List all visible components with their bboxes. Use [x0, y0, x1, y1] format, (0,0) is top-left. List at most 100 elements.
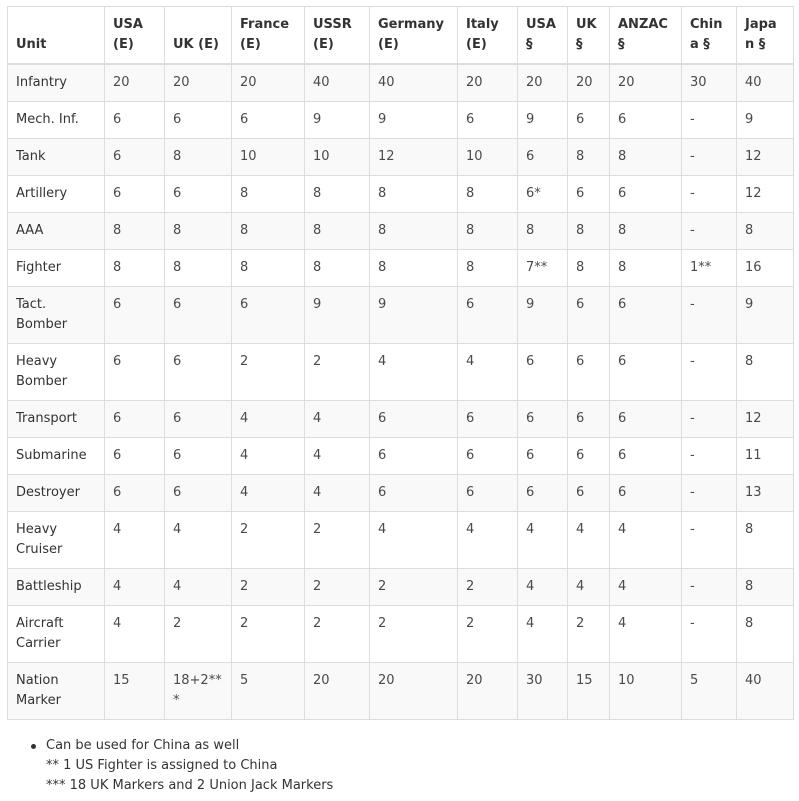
unit-count-cell: 20	[104, 63, 165, 102]
unit-count-cell: 20	[164, 63, 232, 102]
unit-count-cell: 8	[369, 175, 458, 213]
unit-count-cell: -	[681, 568, 737, 606]
unit-count-cell: 8	[231, 212, 305, 250]
table-header: Unit USA (E) UK (E) France (E) USSR (E) Germa…	[7, 6, 794, 65]
unit-count-cell: 11	[736, 437, 794, 475]
unit-name-cell: Tact. Bomber	[7, 286, 105, 344]
unit-count-cell: -	[681, 212, 737, 250]
unit-count-cell: 4	[369, 511, 458, 569]
unit-count-cell: 5	[681, 662, 737, 720]
unit-count-cell: 4	[231, 474, 305, 512]
unit-count-cell: 2	[304, 605, 370, 663]
unit-count-cell: 4	[567, 511, 610, 569]
unit-count-cell: 6	[567, 400, 610, 438]
unit-count-cell: 4	[567, 568, 610, 606]
unit-count-cell: 6	[457, 400, 518, 438]
unit-count-cell: 6	[567, 286, 610, 344]
unit-count-cell: 4	[231, 400, 305, 438]
unit-count-cell: 12	[736, 400, 794, 438]
table-row: Fighter 8 8 8 8 8 8 7** 8 8 1** 16	[7, 249, 794, 287]
unit-count-cell: 8	[736, 343, 794, 401]
unit-count-cell: 6	[567, 175, 610, 213]
unit-count-cell: 6	[457, 474, 518, 512]
unit-count-cell: 8	[231, 175, 305, 213]
unit-count-cell: 6	[567, 474, 610, 512]
table-row: Tank 6 8 10 10 12 10 6 8 8-12	[7, 138, 794, 176]
footnote: ** 1 US Fighter is assigned to China	[46, 758, 278, 773]
unit-count-cell: 4	[304, 474, 370, 512]
unit-count-cell: 12	[369, 138, 458, 176]
column-header: ANZAC§	[609, 6, 682, 65]
unit-count-cell: -	[681, 343, 737, 401]
unit-count-cell: 6	[164, 400, 232, 438]
unit-count-cell: 8	[736, 568, 794, 606]
unit-name-cell: Submarine	[7, 437, 105, 475]
unit-count-cell: 9	[736, 101, 794, 139]
unit-count-cell: 4	[104, 605, 165, 663]
table-row: Tact. Bomber 6 6 6 9 9 6 9 6 6-9	[7, 286, 794, 344]
footnotes-list: Can be used for China as well ** 1 US Fig…	[28, 736, 333, 796]
unit-count-cell: 8	[609, 249, 682, 287]
unit-count-cell: 6	[164, 175, 232, 213]
unit-count-cell: -	[681, 175, 737, 213]
unit-name-cell: AAA	[7, 212, 105, 250]
unit-name-cell: Infantry	[7, 63, 105, 102]
unit-count-cell: 4	[517, 568, 568, 606]
unit-count-cell: 2	[164, 605, 232, 663]
unit-count-cell: 6	[517, 437, 568, 475]
unit-count-cell: 20	[457, 63, 518, 102]
unit-count-cell: 8	[517, 212, 568, 250]
unit-count-cell: 6	[231, 286, 305, 344]
unit-count-cell: 6	[609, 437, 682, 475]
unit-count-cell: 9	[369, 101, 458, 139]
table-row: Submarine 6 6 4 4 6 6 6 6 6-11	[7, 437, 794, 475]
unit-count-cell: 7**	[517, 249, 568, 287]
column-header: France (E)	[231, 6, 305, 65]
unit-count-cell: 20	[369, 662, 458, 720]
unit-count-cell: 6	[609, 175, 682, 213]
column-header: UK §	[567, 6, 610, 65]
unit-count-cell: 8	[164, 138, 232, 176]
unit-count-cell: 6	[609, 400, 682, 438]
unit-name-cell: Artillery	[7, 175, 105, 213]
unit-count-cell: 8	[304, 249, 370, 287]
unit-count-cell: 6	[104, 138, 165, 176]
column-header-unit: Unit	[7, 6, 105, 65]
unit-count-cell: 2	[369, 568, 458, 606]
unit-count-cell: 4	[457, 343, 518, 401]
unit-count-cell: 6	[104, 101, 165, 139]
unit-count-cell: 8	[609, 212, 682, 250]
unit-count-cell: 6	[104, 286, 165, 344]
unit-count-cell: 20	[567, 63, 610, 102]
unit-count-cell: 2	[567, 605, 610, 663]
unit-name-cell: Mech. Inf.	[7, 101, 105, 139]
unit-count-cell: 6	[104, 400, 165, 438]
unit-count-cell: -	[681, 511, 737, 569]
unit-count-cell: 8	[231, 249, 305, 287]
unit-count-cell: 6	[369, 437, 458, 475]
column-header: USSR (E)	[304, 6, 370, 65]
unit-count-cell: 8	[104, 212, 165, 250]
unit-count-cell: 12	[736, 138, 794, 176]
unit-count-cell: 6	[517, 400, 568, 438]
unit-count-cell: 6	[517, 474, 568, 512]
unit-count-cell: 2	[457, 568, 518, 606]
unit-count-cell: 4	[609, 605, 682, 663]
unit-count-cell: 6	[609, 343, 682, 401]
unit-count-cell: 2	[231, 511, 305, 569]
table-row: Heavy Bomber 6 6 2 2 4 4 6 6 6-8	[7, 343, 794, 401]
column-header: China §	[681, 6, 737, 65]
unit-count-cell: 40	[736, 662, 794, 720]
unit-count-cell: 9	[517, 286, 568, 344]
unit-count-cell: 2	[304, 343, 370, 401]
table-row: Battleship 4 4 2 2 2 2 4 4 4-8	[7, 568, 794, 606]
unit-count-cell: 8	[369, 249, 458, 287]
unit-count-cell: 9	[736, 286, 794, 344]
table-row: Heavy Cruiser 4 4 2 2 4 4 4 4 4-8	[7, 511, 794, 569]
table-row: Mech. Inf. 6 6 6 9 9 6 9 6 6-9	[7, 101, 794, 139]
unit-count-cell: 6	[164, 286, 232, 344]
unit-count-cell: 40	[369, 63, 458, 102]
table-row: Nation Marker 15 18+2*** 5 20 20 20 30 15 10 5 40	[7, 662, 794, 720]
column-header: USA §	[517, 6, 568, 65]
unit-count-cell: 8	[164, 249, 232, 287]
